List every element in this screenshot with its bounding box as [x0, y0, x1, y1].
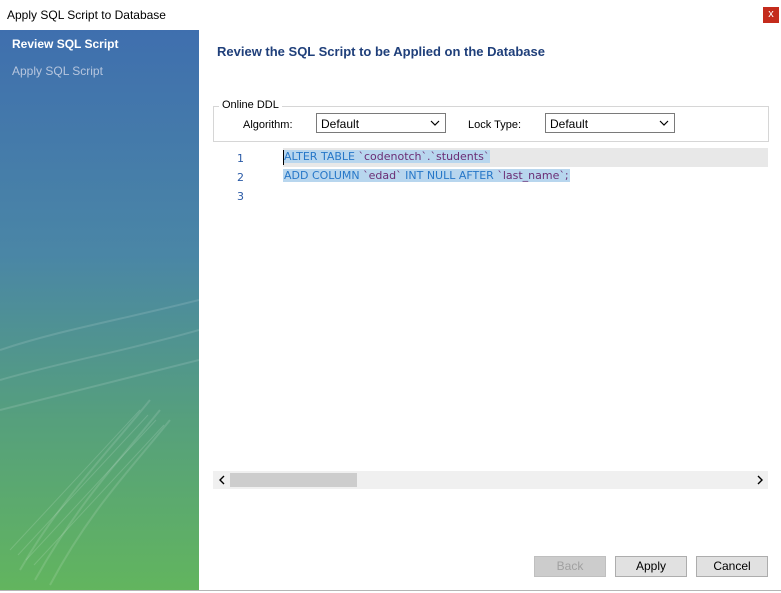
apply-button[interactable]: Apply	[615, 556, 687, 577]
chevron-down-icon	[430, 120, 440, 126]
scroll-left-icon[interactable]	[217, 474, 227, 486]
text-cursor	[283, 150, 284, 165]
line-number: 1	[237, 152, 244, 165]
sidebar-item-review-sql-script: Review SQL Script	[12, 37, 119, 51]
sql-keyword: INT NULL AFTER	[401, 169, 498, 182]
title-bar: Apply SQL Script to Database x	[0, 0, 781, 30]
sql-keyword: ADD COLUMN	[284, 169, 364, 182]
window-title: Apply SQL Script to Database	[7, 8, 166, 22]
lock-type-label: Lock Type:	[468, 119, 521, 131]
sql-terminator: ;	[564, 169, 569, 182]
sql-line-1[interactable]: ALTER TABLE `codenotch`.`students`	[283, 150, 491, 163]
algorithm-value: Default	[321, 117, 360, 131]
chevron-down-icon	[659, 120, 669, 126]
wizard-sidebar: Review SQL Script Apply SQL Script	[0, 30, 199, 591]
online-ddl-legend: Online DDL	[219, 99, 282, 111]
algorithm-select[interactable]: Default	[316, 113, 446, 133]
page-title: Review the SQL Script to be Applied on t…	[217, 44, 545, 59]
sql-line-2[interactable]: ADD COLUMN `edad` INT NULL AFTER `last_n…	[283, 169, 570, 182]
sql-identifier: `codenotch`	[358, 150, 428, 163]
sql-identifier: `edad`	[363, 169, 402, 182]
sql-identifier: `students`	[430, 150, 490, 163]
scrollbar-thumb[interactable]	[230, 473, 357, 487]
lock-type-select[interactable]: Default	[545, 113, 675, 133]
close-button[interactable]: x	[763, 7, 779, 23]
line-number: 2	[237, 171, 244, 184]
sidebar-decoration	[0, 299, 199, 586]
window-bottom-border	[0, 590, 781, 591]
sidebar-item-apply-sql-script: Apply SQL Script	[12, 64, 103, 78]
lock-type-value: Default	[550, 117, 589, 131]
sql-editor[interactable]	[213, 148, 768, 470]
sql-keyword: ALTER TABLE	[284, 150, 359, 163]
back-button[interactable]: Back	[534, 556, 606, 577]
scroll-right-icon[interactable]	[755, 474, 765, 486]
sql-identifier: `last_name`	[497, 169, 565, 182]
line-number: 3	[237, 190, 244, 203]
cancel-button[interactable]: Cancel	[696, 556, 768, 577]
algorithm-label: Algorithm:	[243, 119, 293, 131]
